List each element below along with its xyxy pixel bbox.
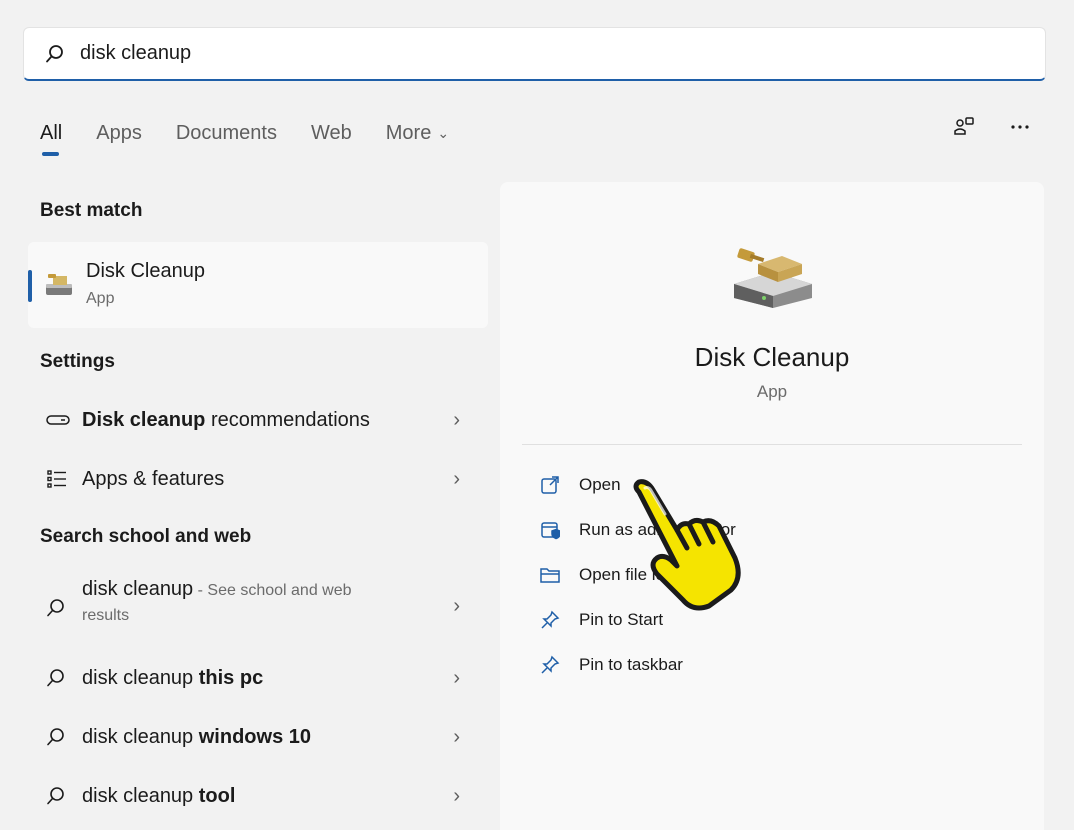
action-pin-to-taskbar[interactable]: Pin to taskbar [538, 653, 683, 677]
chevron-down-icon: ⌄ [437, 124, 450, 141]
storage-icon [46, 413, 82, 427]
web-suggestion-text: disk cleanup [82, 666, 199, 689]
pointing-hand-icon [625, 478, 755, 618]
action-label: Pin to taskbar [579, 655, 683, 674]
web-suggestion-text: disk cleanup [82, 784, 199, 807]
web-suggestion-bold: windows 10 [198, 725, 311, 748]
search-icon [46, 727, 82, 747]
search-icon [46, 786, 82, 806]
web-suggestion-hint-2: results [82, 607, 130, 624]
web-suggestion-bold: tool [198, 784, 236, 807]
tab-apps[interactable]: Apps [96, 118, 142, 148]
settings-item-bold: Disk cleanup [82, 408, 206, 431]
list-icon [46, 469, 82, 489]
tab-label: Apps [96, 121, 142, 144]
web-suggestion-hint: - See school and web [193, 582, 352, 599]
settings-item-apps-features[interactable]: Apps & features › [28, 461, 488, 497]
web-suggestion-text: disk cleanup [82, 578, 194, 600]
web-suggestion-tool[interactable]: disk cleanup tool › [28, 778, 488, 814]
best-match-item[interactable]: Disk Cleanup App [28, 242, 488, 328]
search-input[interactable]: disk cleanup [80, 42, 191, 65]
pin-icon [538, 608, 562, 632]
chevron-right-icon: › [453, 467, 460, 490]
chevron-right-icon: › [453, 408, 460, 431]
shield-window-icon [538, 518, 562, 542]
detail-app-name: Disk Cleanup [694, 342, 850, 372]
best-match-type: App [86, 290, 115, 307]
disk-cleanup-icon [44, 272, 74, 303]
search-icon [46, 598, 82, 618]
search-icon [44, 43, 66, 65]
chevron-right-icon: › [453, 666, 460, 689]
top-icons [950, 113, 1034, 141]
web-suggestion-disk-cleanup[interactable]: disk cleanup - See school and web result… [28, 578, 488, 638]
chevron-right-icon: › [453, 784, 460, 807]
account-switch-icon[interactable] [950, 113, 978, 141]
pin-icon [538, 653, 562, 677]
open-external-icon [538, 473, 562, 497]
more-options-icon[interactable] [1006, 113, 1034, 141]
best-match-heading: Best match [40, 200, 143, 221]
folder-icon [538, 563, 562, 587]
settings-item-label: Apps & features [82, 467, 225, 490]
filter-tabs: All Apps Documents Web More ⌄ [40, 118, 483, 162]
detail-app-type: App [756, 382, 788, 401]
web-suggestion-this-pc[interactable]: disk cleanup this pc › [28, 660, 488, 696]
tab-all[interactable]: All [40, 118, 63, 156]
disk-cleanup-icon [730, 246, 816, 315]
web-suggestion-bold: this pc [198, 666, 264, 689]
action-label: Open [579, 475, 621, 494]
divider [522, 444, 1022, 445]
settings-item-disk-cleanup-recommendations[interactable]: Disk cleanup recommendations › [28, 402, 488, 438]
tab-web[interactable]: Web [311, 118, 352, 148]
search-icon [46, 668, 82, 688]
tab-documents[interactable]: Documents [176, 118, 277, 148]
tab-label: Web [310, 121, 352, 144]
settings-heading: Settings [40, 351, 115, 372]
search-box[interactable]: disk cleanup [23, 27, 1046, 81]
selection-indicator [28, 270, 32, 302]
tab-label: More [385, 121, 432, 144]
web-suggestion-text: disk cleanup [82, 725, 199, 748]
settings-item-label: recommendations [205, 408, 370, 431]
chevron-right-icon: › [453, 595, 460, 617]
tab-label: Documents [175, 121, 277, 144]
tab-label: All [40, 121, 63, 144]
detail-panel: Disk Cleanup App Open Run as administrat… [500, 182, 1044, 830]
action-open[interactable]: Open [538, 473, 621, 497]
tab-more[interactable]: More ⌄ [386, 118, 449, 148]
best-match-name: Disk Cleanup [86, 260, 205, 282]
chevron-right-icon: › [453, 725, 460, 748]
web-heading: Search school and web [40, 526, 252, 547]
web-suggestion-windows-10[interactable]: disk cleanup windows 10 › [28, 719, 488, 755]
